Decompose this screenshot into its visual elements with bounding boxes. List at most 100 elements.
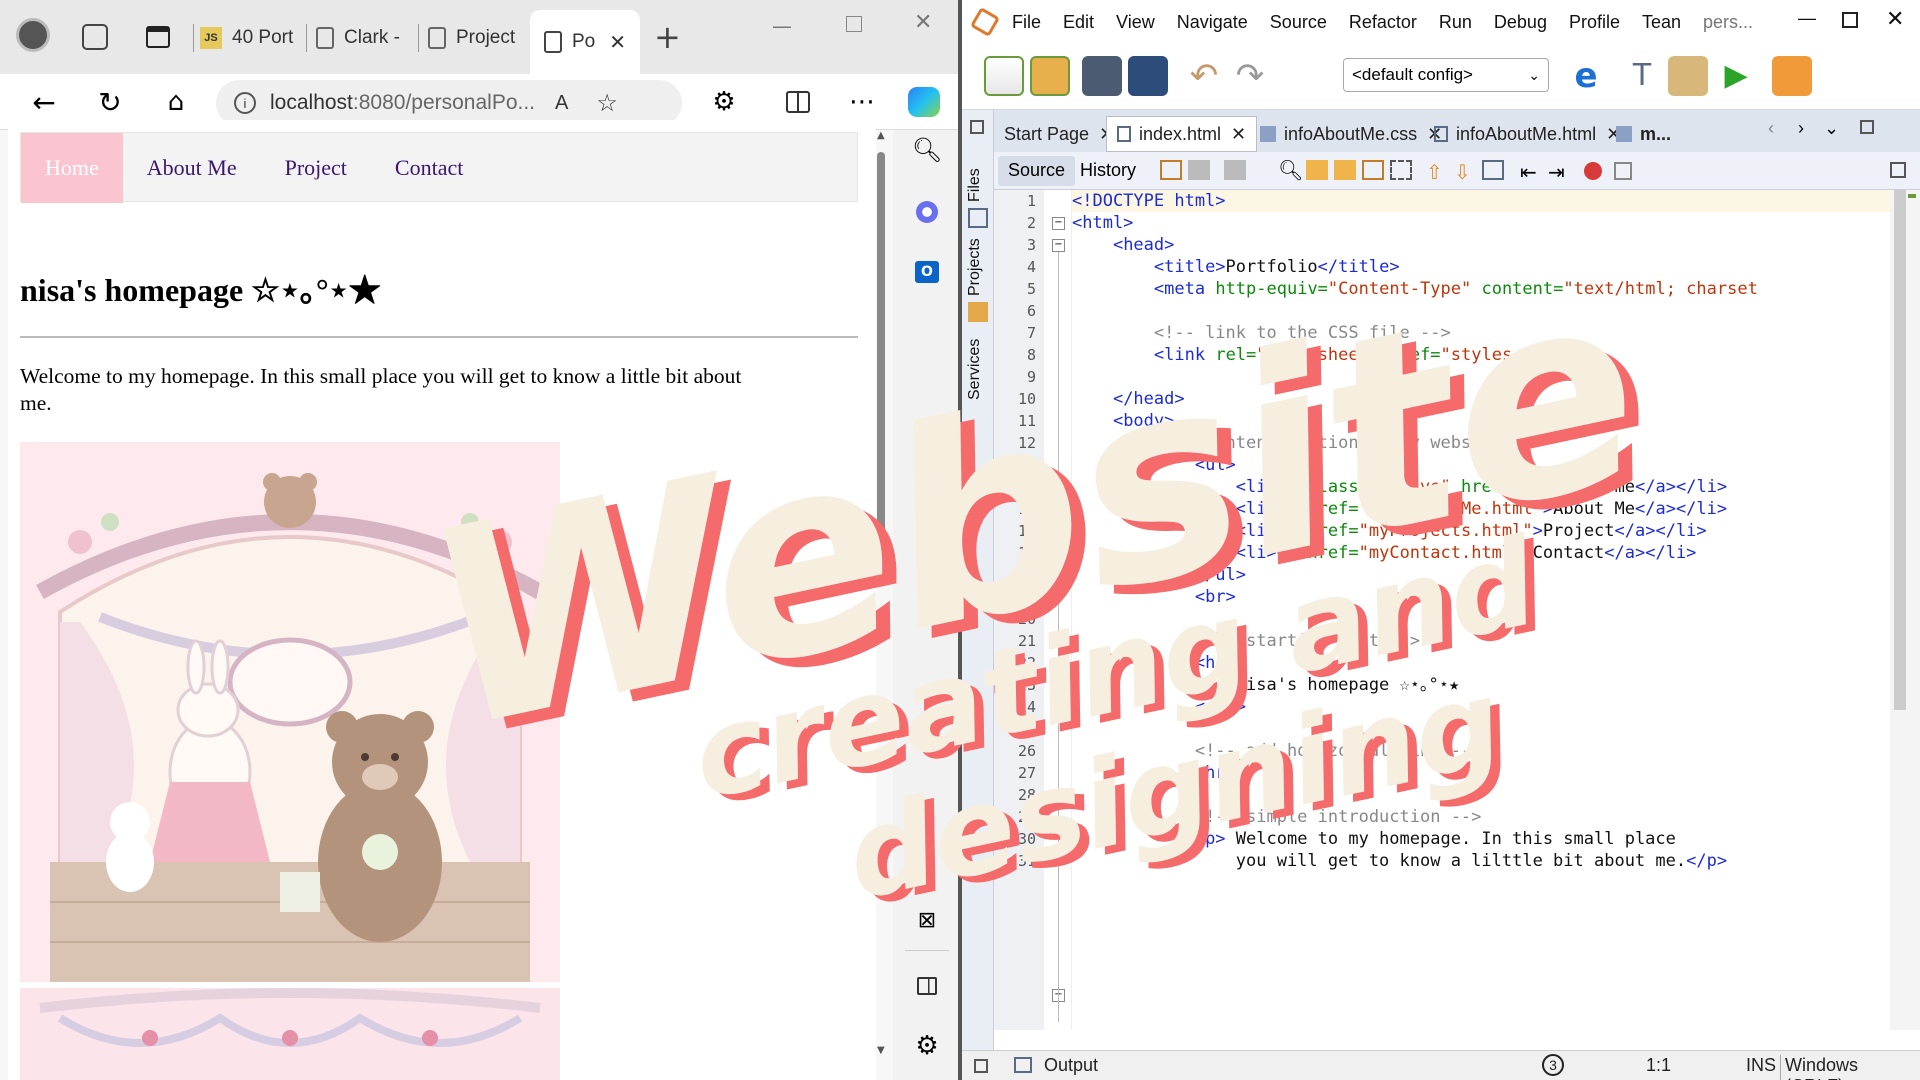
fold-toggle-icon[interactable]: − [1052, 239, 1065, 252]
menu-debug[interactable]: Debug [1494, 12, 1547, 33]
menu-navigate[interactable]: Navigate [1177, 12, 1248, 33]
maximize-button[interactable] [1842, 12, 1858, 28]
code-line[interactable]: </h1> [1072, 696, 1246, 718]
redo-icon[interactable]: ↷ [1230, 56, 1270, 96]
tab-infoaboutme-html[interactable]: infoAboutMe.html ✕ [1424, 116, 1631, 152]
open-project-icon[interactable] [1082, 56, 1122, 96]
save-all-icon[interactable] [1128, 56, 1168, 96]
forward-nav-icon[interactable] [1224, 160, 1246, 180]
page-scrollbar[interactable]: ▲ ▼ [874, 130, 888, 1060]
browser-tab-clark[interactable]: Clark - [316, 20, 412, 56]
code-line[interactable]: <br> [1072, 586, 1236, 608]
notification-badge[interactable]: 3 [1542, 1054, 1564, 1076]
restore-output-icon[interactable] [974, 1059, 988, 1073]
menu-profile[interactable]: Profile [1569, 12, 1620, 33]
home-button[interactable]: ⌂ [156, 82, 196, 122]
prev-bookmark-icon[interactable]: ⇧ [1426, 160, 1443, 185]
clean-build-icon[interactable] [1668, 56, 1708, 96]
scroll-tabs-left-icon[interactable]: ‹ [1768, 118, 1774, 139]
show-opened-docs-icon[interactable]: ⌄ [1824, 118, 1839, 139]
error-marker[interactable] [1908, 194, 1916, 198]
nav-about-me[interactable]: About Me [123, 133, 261, 203]
code-line[interactable]: <html> [1072, 212, 1133, 234]
code-line[interactable]: <h1> [1072, 652, 1236, 674]
maximize-button[interactable] [846, 16, 862, 32]
code-line[interactable]: </ul> [1072, 564, 1246, 586]
projects-panel-icon[interactable] [968, 302, 988, 322]
browser-tab-portfolio[interactable]: JS 40 Port [200, 20, 304, 56]
stop-macro-icon[interactable] [1614, 162, 1632, 180]
tab-start-page[interactable]: Start Page✕ [994, 116, 1124, 152]
site-info-icon[interactable]: i [234, 92, 256, 114]
favorite-star-icon[interactable]: ☆ [596, 89, 618, 118]
outlook-icon[interactable]: O [907, 252, 947, 292]
split-editor-icon[interactable] [1890, 162, 1906, 178]
nav-contact[interactable]: Contact [371, 133, 487, 203]
code-line[interactable]: <hr> [1072, 762, 1236, 784]
workspaces-icon[interactable] [82, 24, 108, 50]
fold-toggle-icon[interactable]: − [1052, 217, 1065, 230]
more-menu-icon[interactable]: ⋯ [842, 82, 882, 122]
config-select[interactable]: <default config> ⌄ [1343, 58, 1549, 92]
settings-gear-icon[interactable]: ⚙ [907, 1026, 947, 1066]
toggle-highlight-icon[interactable] [1362, 160, 1384, 180]
close-icon[interactable]: ✕ [1231, 124, 1246, 145]
history-tab[interactable]: History [1080, 160, 1136, 181]
read-aloud-icon[interactable]: A [555, 92, 568, 115]
projects-tab[interactable]: Projects [966, 238, 984, 296]
code-line[interactable]: <link rel="stylesheet" href="styles.css"… [1072, 344, 1574, 366]
menu-run[interactable]: Run [1439, 12, 1472, 33]
minimize-button[interactable]: — [1798, 8, 1816, 29]
browser-select-icon[interactable]: e [1566, 56, 1606, 96]
output-tab[interactable]: Output [1044, 1055, 1098, 1076]
restore-icon[interactable] [970, 120, 984, 134]
profile-avatar[interactable] [16, 18, 50, 52]
back-nav-icon[interactable] [1188, 160, 1210, 180]
code-line[interactable]: <li><a href="infoAboutMe.html">About Me<… [1072, 498, 1727, 520]
screenshot-icon[interactable]: ⊠ [907, 900, 947, 940]
copilot-icon[interactable] [904, 82, 944, 122]
sidebar-toggle-icon[interactable] [907, 966, 947, 1006]
last-edit-icon[interactable] [1160, 160, 1182, 180]
refresh-button[interactable]: ↻ [90, 82, 130, 122]
code-line[interactable]: you will get to know a lilttle bit about… [1072, 850, 1727, 872]
menu-edit[interactable]: Edit [1063, 12, 1094, 33]
tab-infoaboutme-css[interactable]: infoAboutMe.css ✕ [1250, 116, 1452, 152]
code-line[interactable]: <!-- starting text --> [1072, 630, 1420, 652]
close-tab-icon[interactable]: ✕ [609, 30, 626, 55]
shift-right-icon[interactable]: ⇥ [1548, 160, 1565, 185]
new-file-icon[interactable] [984, 56, 1024, 96]
new-tab-button[interactable]: + [654, 18, 681, 56]
menu-refactor[interactable]: Refactor [1349, 12, 1417, 33]
code-line[interactable]: <body> [1072, 410, 1174, 432]
toggle-bookmark-icon[interactable] [1482, 160, 1504, 180]
copilot-apps-icon[interactable] [907, 192, 947, 232]
code-line[interactable]: <!DOCTYPE html> [1072, 190, 1226, 212]
code-line[interactable]: <meta http-equiv="Content-Type" content=… [1072, 278, 1758, 300]
find-next-icon[interactable] [1334, 160, 1356, 180]
project-search[interactable]: pers... [1703, 12, 1753, 33]
undo-icon[interactable]: ↶ [1184, 56, 1224, 96]
tab-index-html[interactable]: index.html ✕ [1106, 116, 1258, 152]
menu-view[interactable]: View [1116, 12, 1155, 33]
code-line[interactable]: <li><a href="myContact.html">Contact</a>… [1072, 542, 1697, 564]
minimize-button[interactable]: — [772, 14, 792, 38]
menu-team[interactable]: Tean [1642, 12, 1681, 33]
scroll-tabs-right-icon[interactable]: › [1798, 118, 1804, 139]
close-window-button[interactable]: ✕ [1886, 6, 1904, 32]
browser-tab-active[interactable]: Po ✕ [530, 10, 640, 74]
run-project-icon[interactable]: ▶ [1716, 56, 1756, 96]
code-line[interactable]: <p> Welcome to my homepage. In this smal… [1072, 828, 1676, 850]
new-project-icon[interactable] [1030, 56, 1070, 96]
find-icon[interactable]: 🔍︎ [1278, 158, 1303, 183]
nav-project[interactable]: Project [261, 133, 371, 203]
browser-tab-project[interactable]: Project [428, 20, 522, 56]
back-button[interactable]: ← [24, 82, 64, 122]
code-line[interactable]: <!-- simple introduction --> [1072, 806, 1482, 828]
code-line[interactable]: <li><a href="myProjects.html">Project</a… [1072, 520, 1707, 542]
build-hammer-icon[interactable]: T [1622, 56, 1662, 96]
record-macro-icon[interactable] [1584, 162, 1602, 180]
code-line[interactable]: <head> [1072, 234, 1174, 256]
extensions-icon[interactable]: ⚙ [704, 82, 744, 122]
next-bookmark-icon[interactable]: ⇩ [1454, 160, 1471, 185]
